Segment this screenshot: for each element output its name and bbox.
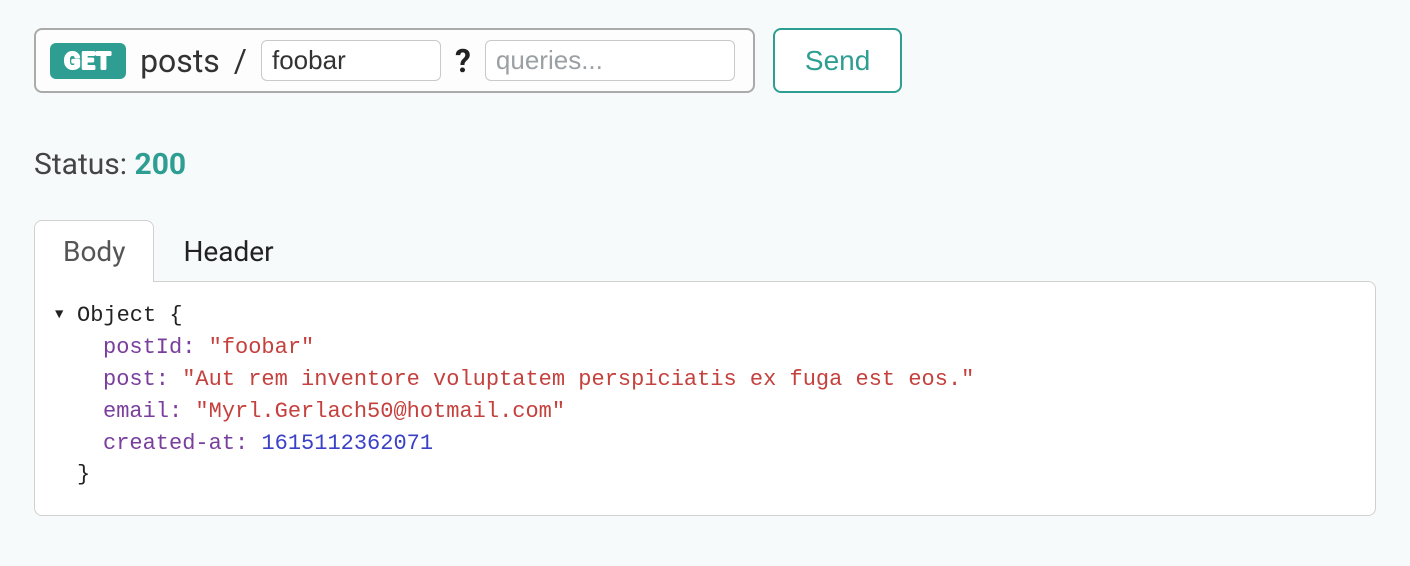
status-code: 200 [135, 147, 187, 182]
response-tabs: Body Header [34, 220, 1376, 282]
status-row: Status: 200 [34, 147, 1376, 182]
method-badge: GET [50, 43, 126, 79]
request-row: GET posts / ? Send [34, 28, 1376, 93]
json-value: 1615112362071 [261, 431, 433, 456]
tab-header[interactable]: Header [154, 220, 302, 282]
json-entry: post: "Aut rem inventore voluptatem pers… [55, 364, 1355, 396]
json-object-close: } [55, 459, 1355, 491]
json-tree-root: ▼Object { postId: "foobar"post: "Aut rem… [55, 300, 1355, 491]
response-body: ▼Object { postId: "foobar"post: "Aut rem… [34, 281, 1376, 516]
json-key: postId: [103, 335, 195, 360]
chevron-down-icon[interactable]: ▼ [55, 305, 71, 325]
path-slash: / [234, 42, 247, 80]
path-segment-posts: posts [140, 42, 220, 80]
json-value: "Aut rem inventore voluptatem perspiciat… [182, 367, 974, 392]
query-input[interactable] [485, 40, 735, 81]
query-question-mark: ? [455, 42, 471, 80]
tab-body[interactable]: Body [34, 220, 154, 282]
json-value: "Myrl.Gerlach50@hotmail.com" [195, 399, 565, 424]
path-param-input[interactable] [261, 40, 441, 81]
json-value: "foobar" [209, 335, 315, 360]
json-key: created-at: [103, 431, 248, 456]
json-entry: email: "Myrl.Gerlach50@hotmail.com" [55, 396, 1355, 428]
response-panel: Body Header ▼Object { postId: "foobar"po… [34, 220, 1376, 516]
json-object-open[interactable]: ▼ Object { [55, 300, 1355, 332]
json-entry: created-at: 1615112362071 [55, 428, 1355, 460]
request-box: GET posts / ? [34, 28, 755, 93]
object-label: Object { [77, 303, 183, 328]
json-key: post: [103, 367, 169, 392]
status-label: Status: [34, 147, 135, 182]
json-key: email: [103, 399, 182, 424]
send-button[interactable]: Send [773, 28, 902, 93]
json-entry: postId: "foobar" [55, 332, 1355, 364]
